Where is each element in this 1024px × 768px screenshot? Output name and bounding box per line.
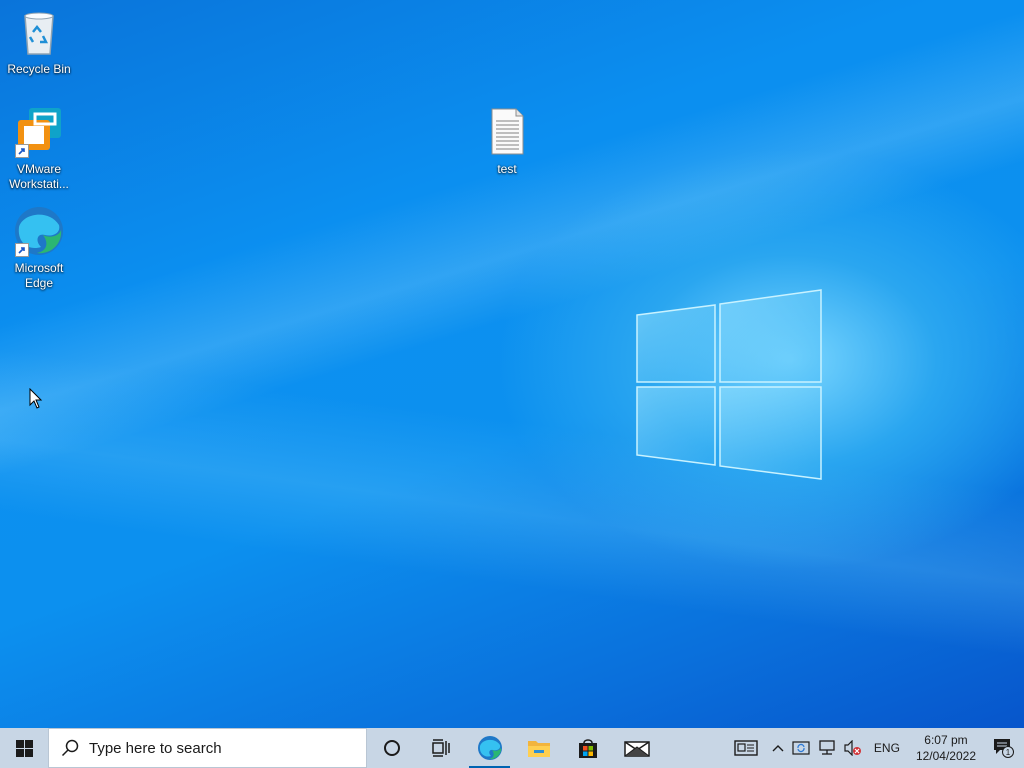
tray-clock-button[interactable]: 6:07 pm 12/04/2022 xyxy=(908,728,984,768)
taskbar-cortana-button[interactable] xyxy=(367,728,416,768)
language-label: ENG xyxy=(873,741,900,755)
start-button[interactable] xyxy=(0,728,48,768)
tray-network-button[interactable] xyxy=(814,728,840,768)
recycle-bin-icon xyxy=(13,6,65,58)
vmware-icon xyxy=(13,106,65,158)
tray-news-button[interactable] xyxy=(730,728,762,768)
windows-start-icon xyxy=(15,739,33,757)
tray-language-button[interactable]: ENG xyxy=(866,728,908,768)
sync-icon xyxy=(792,741,810,755)
search-placeholder: Type here to search xyxy=(89,739,222,757)
taskbar-edge-button[interactable] xyxy=(465,728,514,768)
store-icon xyxy=(578,739,597,758)
desktop-icon-label: VMware Workstati... xyxy=(9,162,69,191)
cortana-icon xyxy=(383,740,400,756)
text-file-icon xyxy=(481,106,533,158)
news-icon xyxy=(734,740,758,756)
chevron-up-icon xyxy=(772,745,784,752)
action-center-button[interactable]: 1 xyxy=(984,728,1024,768)
clock-date: 12/04/2022 xyxy=(915,749,976,763)
desktop-icon-vmware[interactable]: VMware Workstati... xyxy=(1,106,77,192)
taskbar-store-button[interactable] xyxy=(563,728,612,768)
desktop-icon-label: Microsoft Edge xyxy=(14,261,64,290)
edge-icon xyxy=(13,205,65,257)
tray-update-button[interactable] xyxy=(788,728,814,768)
network-icon xyxy=(819,740,835,755)
clock-time: 6:07 pm xyxy=(924,733,968,747)
mouse-cursor-icon xyxy=(29,388,43,409)
system-tray: ENG 6:07 pm 12/04/2022 1 xyxy=(730,728,1024,768)
taskbar-search-box[interactable]: Type here to search xyxy=(48,728,367,768)
desktop-icon-recycle-bin[interactable]: Recycle Bin xyxy=(1,6,77,77)
shortcut-arrow-icon xyxy=(15,144,29,158)
tray-show-hidden-icons-button[interactable] xyxy=(762,728,788,768)
taskbar-task-view-button[interactable] xyxy=(416,728,465,768)
volume-muted-icon xyxy=(844,740,861,756)
notification-icon: 1 xyxy=(994,739,1014,758)
desktop-icon-label: test xyxy=(497,162,517,176)
windows-wallpaper-logo xyxy=(636,289,822,480)
desktop-icon-microsoft-edge[interactable]: Microsoft Edge xyxy=(1,205,77,291)
desktop-icon-test[interactable]: test xyxy=(469,106,545,177)
folder-icon xyxy=(527,741,550,757)
taskbar: Type here to search ENG 6:07 pm 12/04/20… xyxy=(0,728,1024,768)
notification-count: 1 xyxy=(1006,748,1011,757)
taskbar-file-explorer-button[interactable] xyxy=(514,728,563,768)
mail-icon xyxy=(623,741,650,757)
desktop-icon-label: Recycle Bin xyxy=(7,62,71,76)
search-icon xyxy=(61,739,79,757)
taskbar-mail-button[interactable] xyxy=(612,728,661,768)
shortcut-arrow-icon xyxy=(15,243,29,257)
edge-icon xyxy=(477,736,502,760)
task-view-icon xyxy=(431,739,450,757)
tray-volume-button[interactable] xyxy=(840,728,866,768)
